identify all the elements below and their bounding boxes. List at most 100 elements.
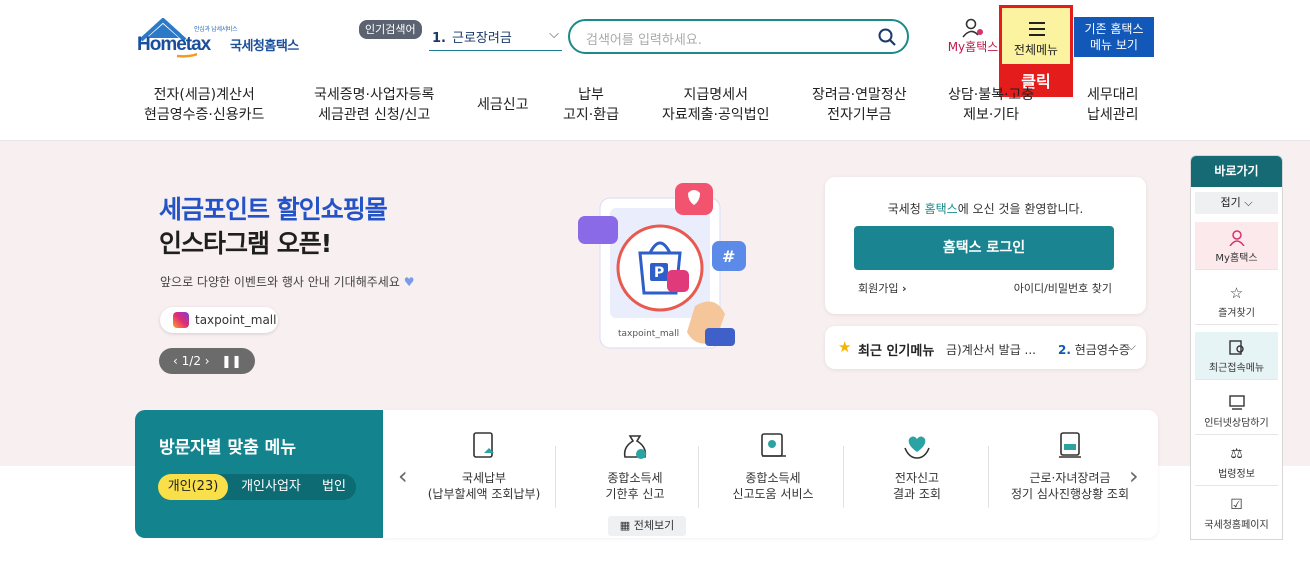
nav-item-tax-report[interactable]: 세금신고 [477, 95, 529, 115]
chevron-down-icon: ⌵ [549, 27, 559, 42]
pause-icon[interactable]: ❚❚ [221, 354, 241, 368]
find-id-link[interactable]: 아이디/비밀번호 찾기 [1014, 280, 1112, 296]
tab-sole-proprietor[interactable]: 개인사업자 [234, 474, 308, 500]
visitor-menu-title: 방문자별 맞춤 메뉴 [159, 438, 296, 458]
search-input[interactable]: 검색어를 입력하세요. [568, 19, 909, 54]
quick-menu-label: 전자신고 [894, 471, 940, 485]
old-hometax-button[interactable]: 기존 홈택스 메뉴 보기 [1074, 17, 1154, 57]
quick-menu-label: 국세납부 [461, 471, 507, 485]
welcome-text: 국세청 홈택스에 오신 것을 환영합니다. [825, 200, 1146, 217]
quick-links-panel: 바로가기 접기 ⌵ My홈택스 ☆ 즐겨찾기 최근접속메뉴 인터넷상담하기 ⚖ 법령… [1190, 155, 1283, 540]
welcome-post: 에 오신 것을 환영합니다. [957, 202, 1084, 216]
instagram-chip[interactable]: taxpoint_mall [160, 307, 278, 333]
quick-menu-incentive-status[interactable]: 근로·자녀장려금 정기 심사진행상황 조회 [990, 430, 1150, 502]
quick-menu-income-tax-help[interactable]: 종합소득세 신고도움 서비스 [703, 430, 843, 502]
gavel-icon: ⚖ [1230, 446, 1243, 462]
quick-item-my-hometax[interactable]: My홈택스 [1195, 222, 1278, 270]
quick-menu-income-tax-late[interactable]: 종합소득세 기한후 신고 [565, 430, 705, 502]
nav-item-statement[interactable]: 지급명세서자료제출·공익법인 [662, 85, 770, 125]
all-menu-button[interactable]: 전체메뉴 [999, 5, 1073, 67]
search-icon[interactable] [877, 27, 897, 47]
user-icon [1228, 230, 1245, 246]
nav-sublabel: 세금관련 신청/신고 [318, 107, 431, 123]
nav-label: 납부 [578, 87, 604, 103]
banner-page: 1/2 [181, 354, 201, 368]
banner-title-line1: 세금포인트 할인쇼핑몰 [159, 195, 388, 224]
nav-item-invoice[interactable]: 전자(세금)계산서현금영수증·신용카드 [144, 85, 264, 125]
quick-menu-sublabel: 결과 조회 [893, 487, 941, 501]
search-document-icon [1228, 340, 1244, 355]
popular-menu-item-2-num: 2. [1058, 343, 1071, 357]
nav-label: 상담·불복·고충 [948, 87, 1035, 103]
next-icon[interactable]: › [205, 354, 210, 368]
quick-menu-sublabel: (납부할세액 조회납부) [427, 487, 541, 501]
quick-item-nts-homepage[interactable]: ☑ 국세청홈페이지 [1195, 489, 1278, 537]
quick-menu-sublabel: 정기 심사진행상황 조회 [1010, 487, 1130, 501]
quick-menu-e-filing-result[interactable]: 전자신고결과 조회 [847, 430, 987, 502]
star-icon: ★ [838, 338, 852, 356]
fold-button[interactable]: 접기 ⌵ [1195, 192, 1278, 214]
tab-individual[interactable]: 개인(23) [158, 474, 228, 500]
old-hometax-line2: 메뉴 보기 [1090, 38, 1138, 52]
quick-item-law[interactable]: ⚖ 법령정보 [1195, 438, 1278, 486]
divider [698, 446, 699, 508]
popular-menu-item-1[interactable]: 금)계산서 발급 ... [946, 341, 1042, 358]
logo-tagline: 안심과 납세서비스 [194, 26, 238, 33]
popular-menu-item-2-label: 현금영수증 [1074, 343, 1130, 357]
login-card: 국세청 홈택스에 오신 것을 환영합니다. 홈택스 로그인 회원가입 › 아이디… [825, 177, 1146, 314]
welcome-pre: 국세청 [887, 202, 925, 216]
logo-korean: 국세청홈택스 [230, 39, 299, 54]
nav-item-consult[interactable]: 상담·불복·고충 제보·기타 [948, 85, 1034, 125]
chevron-right-icon[interactable]: › [1129, 462, 1139, 490]
heart-icon: ♥ [403, 275, 415, 289]
quick-menu-strip: ‹ 국세납부 (납부할세액 조회납부) 종합소득세 기한후 신고 종합소득세 신고도움… [383, 410, 1158, 538]
quick-item-label: My홈택스 [1215, 253, 1258, 264]
login-button[interactable]: 홈택스 로그인 [854, 226, 1114, 270]
checklist-icon: ☑ [1230, 497, 1243, 513]
nav-sublabel: 현금영수증·신용카드 [144, 107, 265, 123]
my-hometax-button[interactable]: My홈택스 [944, 18, 1002, 58]
quick-menu-tax-payment[interactable]: 국세납부 (납부할세액 조회납부) [414, 430, 554, 502]
banner-title[interactable]: 세금포인트 할인쇼핑몰 인스타그램 오픈! [159, 193, 388, 261]
svg-text:P: P [654, 265, 664, 281]
quick-menu-label: 종합소득세 [607, 471, 663, 485]
popular-menu-card[interactable]: ★ 최근 인기메뉴 금)계산서 발급 ... 2. 현금영수증 ⌵ [825, 326, 1146, 369]
nav-label: 세금신고 [477, 97, 529, 113]
tab-corporation[interactable]: 법인 [314, 474, 354, 500]
popular-search-select[interactable]: 1. 근로장려금 ⌵ [429, 27, 562, 51]
quick-item-consult[interactable]: 인터넷상담하기 [1195, 387, 1278, 435]
banner-title-line2: 인스타그램 오픈! [159, 229, 332, 258]
signup-link[interactable]: 회원가입 › [858, 280, 907, 296]
nav-sublabel: 자료제출·공익법인 [662, 107, 770, 123]
hometax-logo[interactable]: 안심과 납세서비스 Hometax 국세청홈택스 [137, 18, 312, 60]
chevron-left-icon[interactable]: ‹ [398, 462, 408, 490]
banner-pager[interactable]: ‹ 1/2 › ❚❚ [159, 348, 255, 374]
quick-item-recent[interactable]: 최근접속메뉴 [1195, 332, 1278, 380]
quick-item-label: 인터넷상담하기 [1204, 418, 1269, 429]
grid-icon: ▦ [619, 519, 631, 532]
shopping-bag-illustration: P # taxpoint_mall [578, 183, 746, 349]
document-upload-icon [473, 432, 494, 458]
chevron-down-icon[interactable]: ⌵ [1127, 339, 1136, 354]
banner-subtitle: 앞으로 다양한 이벤트와 행사 안내 기대해주세요 ♥ [160, 273, 414, 290]
prev-icon[interactable]: ‹ [173, 354, 178, 368]
quick-item-favorites[interactable]: ☆ 즐겨찾기 [1195, 277, 1278, 325]
visitor-tabs: 개인(23) 개인사업자 법인 [158, 474, 356, 500]
nav-label: 지급명세서 [683, 87, 748, 103]
nav-label: 전자(세금)계산서 [153, 87, 255, 103]
heart-hands-icon [904, 436, 930, 459]
popular-search-term: 근로장려금 [451, 31, 512, 46]
view-all-button[interactable]: ▦ 전체보기 [608, 516, 686, 536]
popular-search-number: 1. [432, 31, 446, 46]
svg-text:#: # [722, 247, 735, 266]
nav-item-certificate[interactable]: 국세증명·사업자등록 세금관련 신청/신고 [314, 85, 434, 125]
nav-item-incentive[interactable]: 장려금·연말정산 전자기부금 [812, 85, 907, 125]
old-hometax-line1: 기존 홈택스 [1084, 22, 1144, 36]
nav-sublabel: 고지·환급 [563, 107, 619, 123]
nav-item-agent[interactable]: 세무대리 납세관리 [1087, 85, 1139, 125]
nav-item-payment[interactable]: 납부고지·환급 [563, 85, 619, 125]
quick-links-title: 바로가기 [1191, 156, 1282, 187]
quick-item-label: 최근접속메뉴 [1208, 363, 1265, 374]
quick-item-label: 법령정보 [1218, 469, 1255, 480]
document-list-icon [1059, 432, 1081, 458]
